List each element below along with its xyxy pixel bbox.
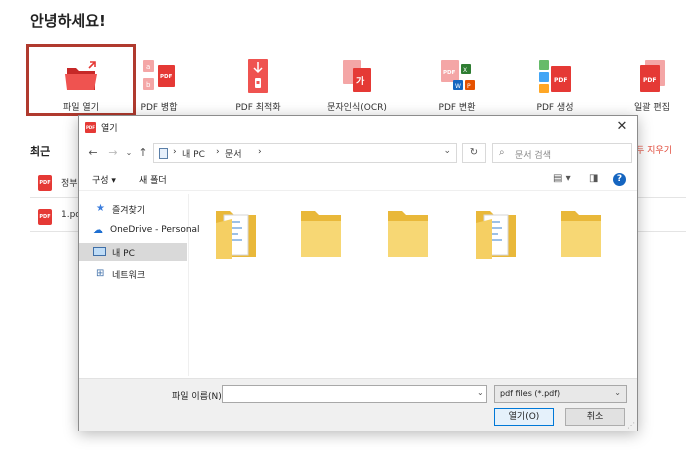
pdf-convert-icon: PDF X W P (437, 56, 477, 96)
cloud-icon: ☁ (93, 225, 103, 236)
tool-ocr[interactable]: 가 문자인식(OCR) (302, 44, 412, 116)
command-bar: 구성 ▾ 새 폴더 ▤ ▾ ◨ ? (79, 169, 637, 191)
folder-icon (301, 211, 341, 257)
navigation-pane: ★ 즐겨찾기 ☁ OneDrive - Personal 내 PC ⊞ 네트워크 (79, 194, 200, 376)
svg-text:P: P (467, 83, 471, 90)
tool-pdf-convert[interactable]: PDF X W P PDF 변환 (402, 44, 512, 116)
open-file-dialog: PDF 열기 ✕ ← → ⌄ ↑ › 내 PC › 문서 › ⌄ ↻ ⌕ 문서 … (78, 115, 638, 431)
nav-item-onedrive[interactable]: ☁ OneDrive - Personal (79, 222, 200, 240)
file-list (190, 194, 637, 376)
search-icon: ⌕ (499, 147, 505, 158)
tool-label: PDF 최적화 (235, 103, 281, 113)
svg-text:PDF: PDF (443, 70, 456, 76)
pc-location-icon (159, 148, 168, 159)
folder-item[interactable] (212, 201, 260, 261)
nav-item-quick-access[interactable]: ★ 즐겨찾기 (79, 200, 187, 218)
refresh-icon[interactable]: ↻ (462, 143, 486, 163)
tool-batch-edit[interactable]: PDF 일괄 편집 (597, 44, 700, 116)
nav-item-label: 즐겨찾기 (112, 206, 146, 216)
folder-item[interactable] (472, 201, 520, 261)
forward-arrow-icon[interactable]: → (105, 144, 121, 162)
dialog-footer: 파일 이름(N): ⌄ pdf files (*.pdf) ⌄ 열기(O) 취소… (79, 378, 637, 431)
network-icon: ⊞ (96, 268, 105, 279)
file-type-select[interactable]: pdf files (*.pdf) ⌄ (494, 385, 627, 403)
nav-item-label: 네트워크 (112, 271, 146, 281)
svg-text:W: W (455, 83, 461, 90)
filename-label: 파일 이름(N): (172, 392, 225, 402)
clear-recent-link[interactable]: 두 지우기 (636, 143, 672, 156)
tool-pdf-create[interactable]: PDF PDF 생성 (500, 44, 610, 116)
tool-pdf-merge[interactable]: a b PDF PDF 병합 (104, 44, 214, 116)
pdf-file-icon: PDF (38, 175, 52, 191)
open-button[interactable]: 열기(O) (494, 408, 554, 426)
dialog-title: 열기 (101, 124, 118, 134)
tool-bar: 파일 열기 a b PDF PDF 병합 PDF 최적화 가 문자인식(OCR)… (0, 44, 700, 116)
search-placeholder: 문서 검색 (515, 151, 551, 161)
batch-edit-icon: PDF (632, 56, 672, 96)
resize-grip-icon[interactable]: ⋰ (627, 421, 635, 430)
filename-input[interactable] (222, 385, 487, 403)
breadcrumb-separator: › (173, 147, 177, 157)
close-icon[interactable]: ✕ (613, 118, 631, 136)
folder-item[interactable] (557, 201, 605, 261)
ocr-icon: 가 (337, 56, 377, 96)
recent-file-name: 정부 (61, 179, 78, 189)
svg-text:PDF: PDF (160, 74, 173, 80)
view-options-icon[interactable]: ▤ ▾ (553, 173, 571, 184)
folder-item[interactable] (384, 201, 432, 261)
tool-label: PDF 변환 (438, 103, 476, 113)
folder-item[interactable] (297, 201, 345, 261)
dialog-titlebar[interactable]: PDF 열기 ✕ (79, 116, 637, 138)
new-folder-button[interactable]: 새 폴더 (139, 173, 167, 186)
file-type-value: pdf files (*.pdf) (500, 389, 561, 398)
preview-pane-icon[interactable]: ◨ (589, 173, 598, 184)
tool-label: 문자인식(OCR) (327, 103, 387, 113)
pdf-optimize-icon (238, 56, 278, 96)
greeting-heading: 안녕하세요! (30, 12, 106, 30)
folder-icon (476, 211, 516, 259)
nav-item-label: 내 PC (112, 249, 135, 259)
tool-label: PDF 생성 (536, 103, 574, 113)
folder-icon (561, 211, 601, 257)
back-arrow-icon[interactable]: ← (85, 144, 101, 162)
star-pin-icon: ★ (96, 203, 105, 214)
chevron-down-icon: ⌄ (614, 388, 621, 397)
tool-pdf-optimize[interactable]: PDF 최적화 (203, 44, 313, 116)
pdf-merge-icon: a b PDF (139, 56, 179, 96)
svg-text:PDF: PDF (643, 77, 656, 84)
tool-label: 파일 열기 (63, 103, 99, 113)
address-toolbar: ← → ⌄ ↑ › 내 PC › 문서 › ⌄ ↻ ⌕ 문서 검색 (79, 141, 637, 165)
folder-icon (216, 211, 256, 259)
chevron-down-icon[interactable]: ⌄ (477, 388, 484, 397)
pdf-app-icon: PDF (85, 122, 96, 133)
breadcrumb-separator: › (258, 147, 262, 157)
breadcrumb-separator: › (216, 147, 220, 157)
nav-item-network[interactable]: ⊞ 네트워크 (79, 265, 187, 283)
nav-item-this-pc[interactable]: 내 PC (79, 243, 187, 261)
breadcrumb-pc[interactable]: 내 PC (182, 147, 205, 160)
computer-icon (93, 247, 106, 256)
search-box[interactable]: ⌕ 문서 검색 (492, 143, 632, 163)
help-icon[interactable]: ? (613, 173, 626, 186)
up-arrow-icon[interactable]: ↑ (135, 144, 151, 162)
pdf-file-icon: PDF (38, 209, 52, 225)
recent-heading: 최근 (30, 145, 51, 158)
breadcrumb-documents[interactable]: 문서 (225, 147, 242, 160)
organize-menu-button[interactable]: 구성 ▾ (92, 173, 116, 186)
svg-text:PDF: PDF (554, 77, 567, 84)
cancel-button[interactable]: 취소 (565, 408, 625, 426)
svg-text:X: X (463, 67, 467, 74)
svg-text:a: a (146, 63, 150, 71)
folder-icon (388, 211, 428, 257)
svg-text:가: 가 (356, 75, 365, 87)
address-bar[interactable]: › 내 PC › 문서 › ⌄ (153, 143, 457, 163)
tool-label: PDF 병합 (140, 103, 178, 113)
tool-label: 일괄 편집 (634, 103, 670, 113)
pdf-create-icon: PDF (535, 56, 575, 96)
chevron-down-icon[interactable]: ⌄ (443, 146, 451, 156)
svg-text:b: b (146, 81, 151, 89)
open-folder-icon (61, 56, 101, 96)
nav-item-label: OneDrive - Personal (110, 225, 200, 235)
